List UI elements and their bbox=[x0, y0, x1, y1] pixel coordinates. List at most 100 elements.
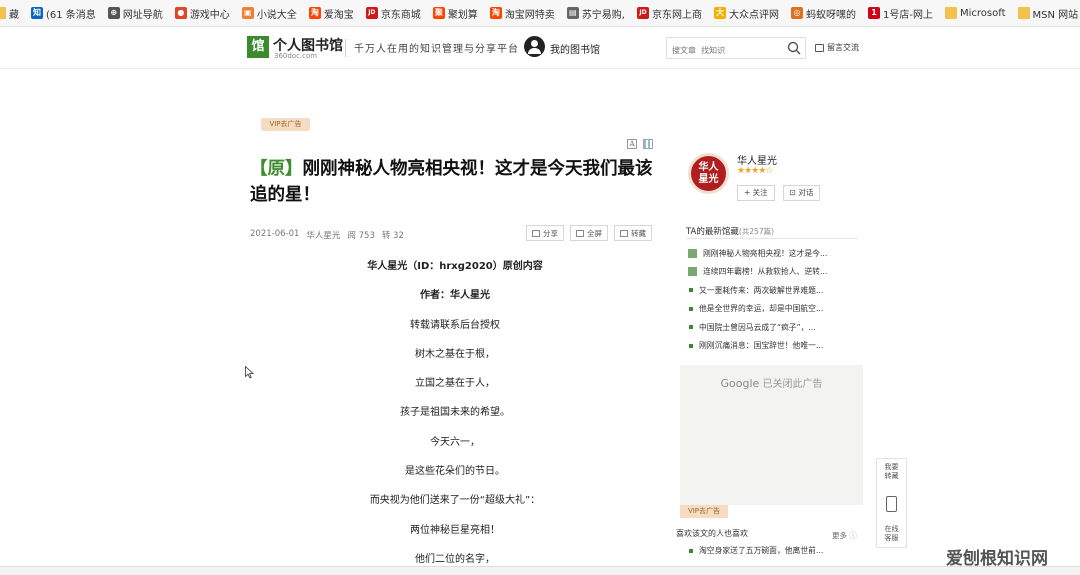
bookmark-item[interactable]: 聚聚划算 bbox=[432, 6, 478, 21]
author-avatar[interactable]: 华人星光 bbox=[688, 153, 729, 194]
article-paragraph: 立国之基在于人， bbox=[415, 378, 495, 390]
also-like-more-link[interactable]: 更多 ⓘ bbox=[832, 530, 857, 541]
bookmark-item[interactable]: ◎ 蚂蚁呀嘿的 bbox=[791, 6, 856, 21]
ad-placeholder: Google 已关闭此广告 bbox=[680, 365, 863, 505]
bookmark-item[interactable]: 淘淘宝网特卖 bbox=[489, 6, 555, 21]
taobao-icon: 淘 bbox=[489, 7, 502, 19]
rating-stars-icon: ★★★★☆ bbox=[737, 166, 773, 176]
layout-icon[interactable] bbox=[643, 139, 653, 149]
bookmark-item[interactable]: ▣ 小说大全 bbox=[241, 6, 297, 21]
also-like-item[interactable]: 淘空身家送了五万碗面，他离世前... bbox=[688, 545, 823, 556]
article-title-text: 刚刚神秘人物亮相央视！这才是今天我们最该追的星！ bbox=[250, 159, 653, 205]
latest-collection-item[interactable]: 刚刚沉痛消息：国宝辞世！他唯一... bbox=[688, 337, 858, 356]
article-paragraph: 转载请联系后台授权 bbox=[410, 319, 500, 331]
folder-icon bbox=[1017, 7, 1030, 19]
status-bar bbox=[0, 566, 1080, 575]
dianping-icon: 大 bbox=[714, 7, 726, 19]
bullet-icon bbox=[689, 288, 693, 293]
bookmark-item[interactable]: 淘爱淘宝 bbox=[308, 6, 354, 21]
folder-icon bbox=[0, 7, 6, 19]
article-title: 【原】刚刚神秘人物亮相央视！这才是今天我们最该追的星！ bbox=[250, 156, 660, 208]
latest-item-title: 他是全世界的幸运，却是中国航空... bbox=[699, 304, 824, 314]
float-service-label: 在线 bbox=[884, 525, 899, 533]
latest-collection-item[interactable]: 他是全世界的幸运，却是中国航空... bbox=[688, 300, 858, 319]
latest-item-title: 刚刚沉痛消息：国宝辞世！他唯一... bbox=[699, 341, 824, 351]
juhuasuan-icon: 聚 bbox=[432, 7, 445, 19]
latest-collection-title: TA的最新馆藏(共257篇) bbox=[686, 225, 774, 237]
share-button[interactable]: 分享 bbox=[526, 225, 564, 241]
latest-collection-item[interactable]: 连续四年霸榜！从救软抢人、逆转... bbox=[688, 263, 858, 282]
article-paragraph: 孩子是祖国未来的希望。 bbox=[400, 407, 510, 419]
author-name[interactable]: 华人星光 bbox=[737, 152, 777, 167]
bullet-icon bbox=[689, 325, 693, 330]
bookmark-item[interactable]: 1 1号店-网上 bbox=[868, 6, 933, 21]
latest-item-title: 连续四年霸榜！从救软抢人、逆转... bbox=[703, 267, 828, 277]
transfer-button[interactable]: 转藏 bbox=[614, 225, 652, 241]
latest-item-title: 又一噩耗传来：两次破解世界难题... bbox=[699, 285, 824, 295]
game-icon: ● bbox=[174, 7, 187, 19]
bookmark-item[interactable]: JD 京东商城 bbox=[365, 6, 421, 21]
latest-item-title: 中国院士曾因马云成了“疯子”，... bbox=[699, 322, 816, 332]
latest-collection-item[interactable]: 又一噩耗传来：两次破解世界难题... bbox=[688, 281, 858, 300]
search-input[interactable] bbox=[667, 40, 777, 61]
user-avatar-icon[interactable] bbox=[524, 36, 545, 57]
article-paragraph: 是这些花朵们的节日。 bbox=[405, 466, 505, 478]
follow-button[interactable]: + 关注 bbox=[737, 185, 775, 201]
bookmark-label: MSN 网站 bbox=[1032, 9, 1079, 21]
bookmark-item[interactable]: Microsoft bbox=[944, 7, 1006, 19]
message-label: 留言交流 bbox=[827, 43, 859, 52]
info-icon: ⓘ bbox=[849, 531, 857, 540]
latest-collection-list: 刚刚神秘人物亮相央视！这才是今... 连续四年霸榜！从救软抢人、逆转... 又一噩耗… bbox=[688, 244, 858, 355]
bookmark-label: 网址导航 bbox=[122, 9, 163, 21]
fullscreen-label: 全屏 bbox=[587, 228, 602, 238]
bookmark-label: 游戏中心 bbox=[189, 9, 230, 21]
search-box bbox=[666, 37, 806, 61]
site-logo-icon[interactable]: 馆 bbox=[247, 36, 269, 58]
bookmark-label: 1号店-网上 bbox=[883, 9, 933, 21]
search-icon[interactable] bbox=[787, 41, 801, 55]
bookmark-item[interactable]: MSN 网站 bbox=[1017, 6, 1079, 21]
bookmark-label: 小说大全 bbox=[256, 9, 297, 21]
article-paragraph: 华人星光（ID：hrxg2020）原创内容 bbox=[367, 261, 543, 272]
message-icon bbox=[815, 43, 824, 52]
article-meta: 2021-06-01 华人星光 阅 753 转 32 bbox=[250, 229, 404, 241]
more-label: 更多 bbox=[832, 531, 847, 540]
float-collect-label: 我要 bbox=[884, 463, 899, 471]
article-paragraph: 两位神秘巨星亮相！ bbox=[410, 524, 500, 536]
my-library-link[interactable]: 我的图书馆 bbox=[550, 41, 600, 56]
bookmark-item[interactable]: 大大众点评网 bbox=[714, 6, 779, 21]
float-collect-button[interactable]: 我要 转藏 bbox=[877, 463, 906, 481]
bookmark-item[interactable]: ● 游戏中心 bbox=[174, 6, 230, 21]
latest-count: (共257篇) bbox=[738, 227, 775, 236]
article-reads: 阅 753 bbox=[347, 231, 375, 241]
header-divider bbox=[345, 39, 346, 57]
bookmark-item[interactable]: JD 京东网上商 bbox=[637, 6, 702, 21]
bookmark-label: 藏 bbox=[9, 9, 19, 21]
message-link[interactable]: 留言交流 bbox=[815, 42, 859, 53]
article-author[interactable]: 华人星光 bbox=[306, 229, 340, 241]
bookmark-label: 淘宝网特卖 bbox=[504, 9, 555, 21]
bookmark-item[interactable]: ⊕ 网址导航 bbox=[107, 6, 163, 21]
transfer-icon bbox=[620, 229, 628, 237]
bookmark-item[interactable]: 藏 bbox=[0, 6, 19, 21]
globe-icon: ⊕ bbox=[107, 7, 120, 19]
bullet-icon bbox=[689, 343, 693, 348]
latest-collection-item[interactable]: 中国院士曾因马云成了“疯子”，... bbox=[688, 318, 858, 337]
bookmark-label: 大众点评网 bbox=[729, 9, 779, 21]
mobile-phone-icon[interactable] bbox=[886, 496, 897, 512]
bullet-icon bbox=[689, 306, 693, 311]
float-service-label: 客服 bbox=[884, 534, 899, 542]
fullscreen-button[interactable]: 全屏 bbox=[570, 225, 608, 241]
float-service-button[interactable]: 在线 客服 bbox=[877, 525, 906, 543]
latest-collection-item[interactable]: 刚刚神秘人物亮相央视！这才是今... bbox=[688, 244, 858, 263]
bookmark-item[interactable]: 知 (61 条消息 bbox=[31, 6, 96, 21]
chat-button[interactable]: ⊡ 对话 bbox=[782, 185, 821, 201]
vip-remove-ads-button[interactable]: VIP去广告 bbox=[261, 118, 310, 131]
bookmark-item[interactable]: ▤ 苏宁易购, bbox=[566, 6, 625, 21]
vip-remove-ads-button[interactable]: VIP去广告 bbox=[680, 505, 728, 518]
article-body: 华人星光（ID：hrxg2020）原创内容 作者：华人星光 转载请联系后台授权 树木之… bbox=[250, 257, 660, 575]
font-size-button[interactable]: A bbox=[627, 139, 637, 149]
google-logo: Google bbox=[720, 377, 760, 390]
taobao-icon: 淘 bbox=[308, 7, 321, 19]
original-mark: 【原】 bbox=[250, 159, 303, 179]
